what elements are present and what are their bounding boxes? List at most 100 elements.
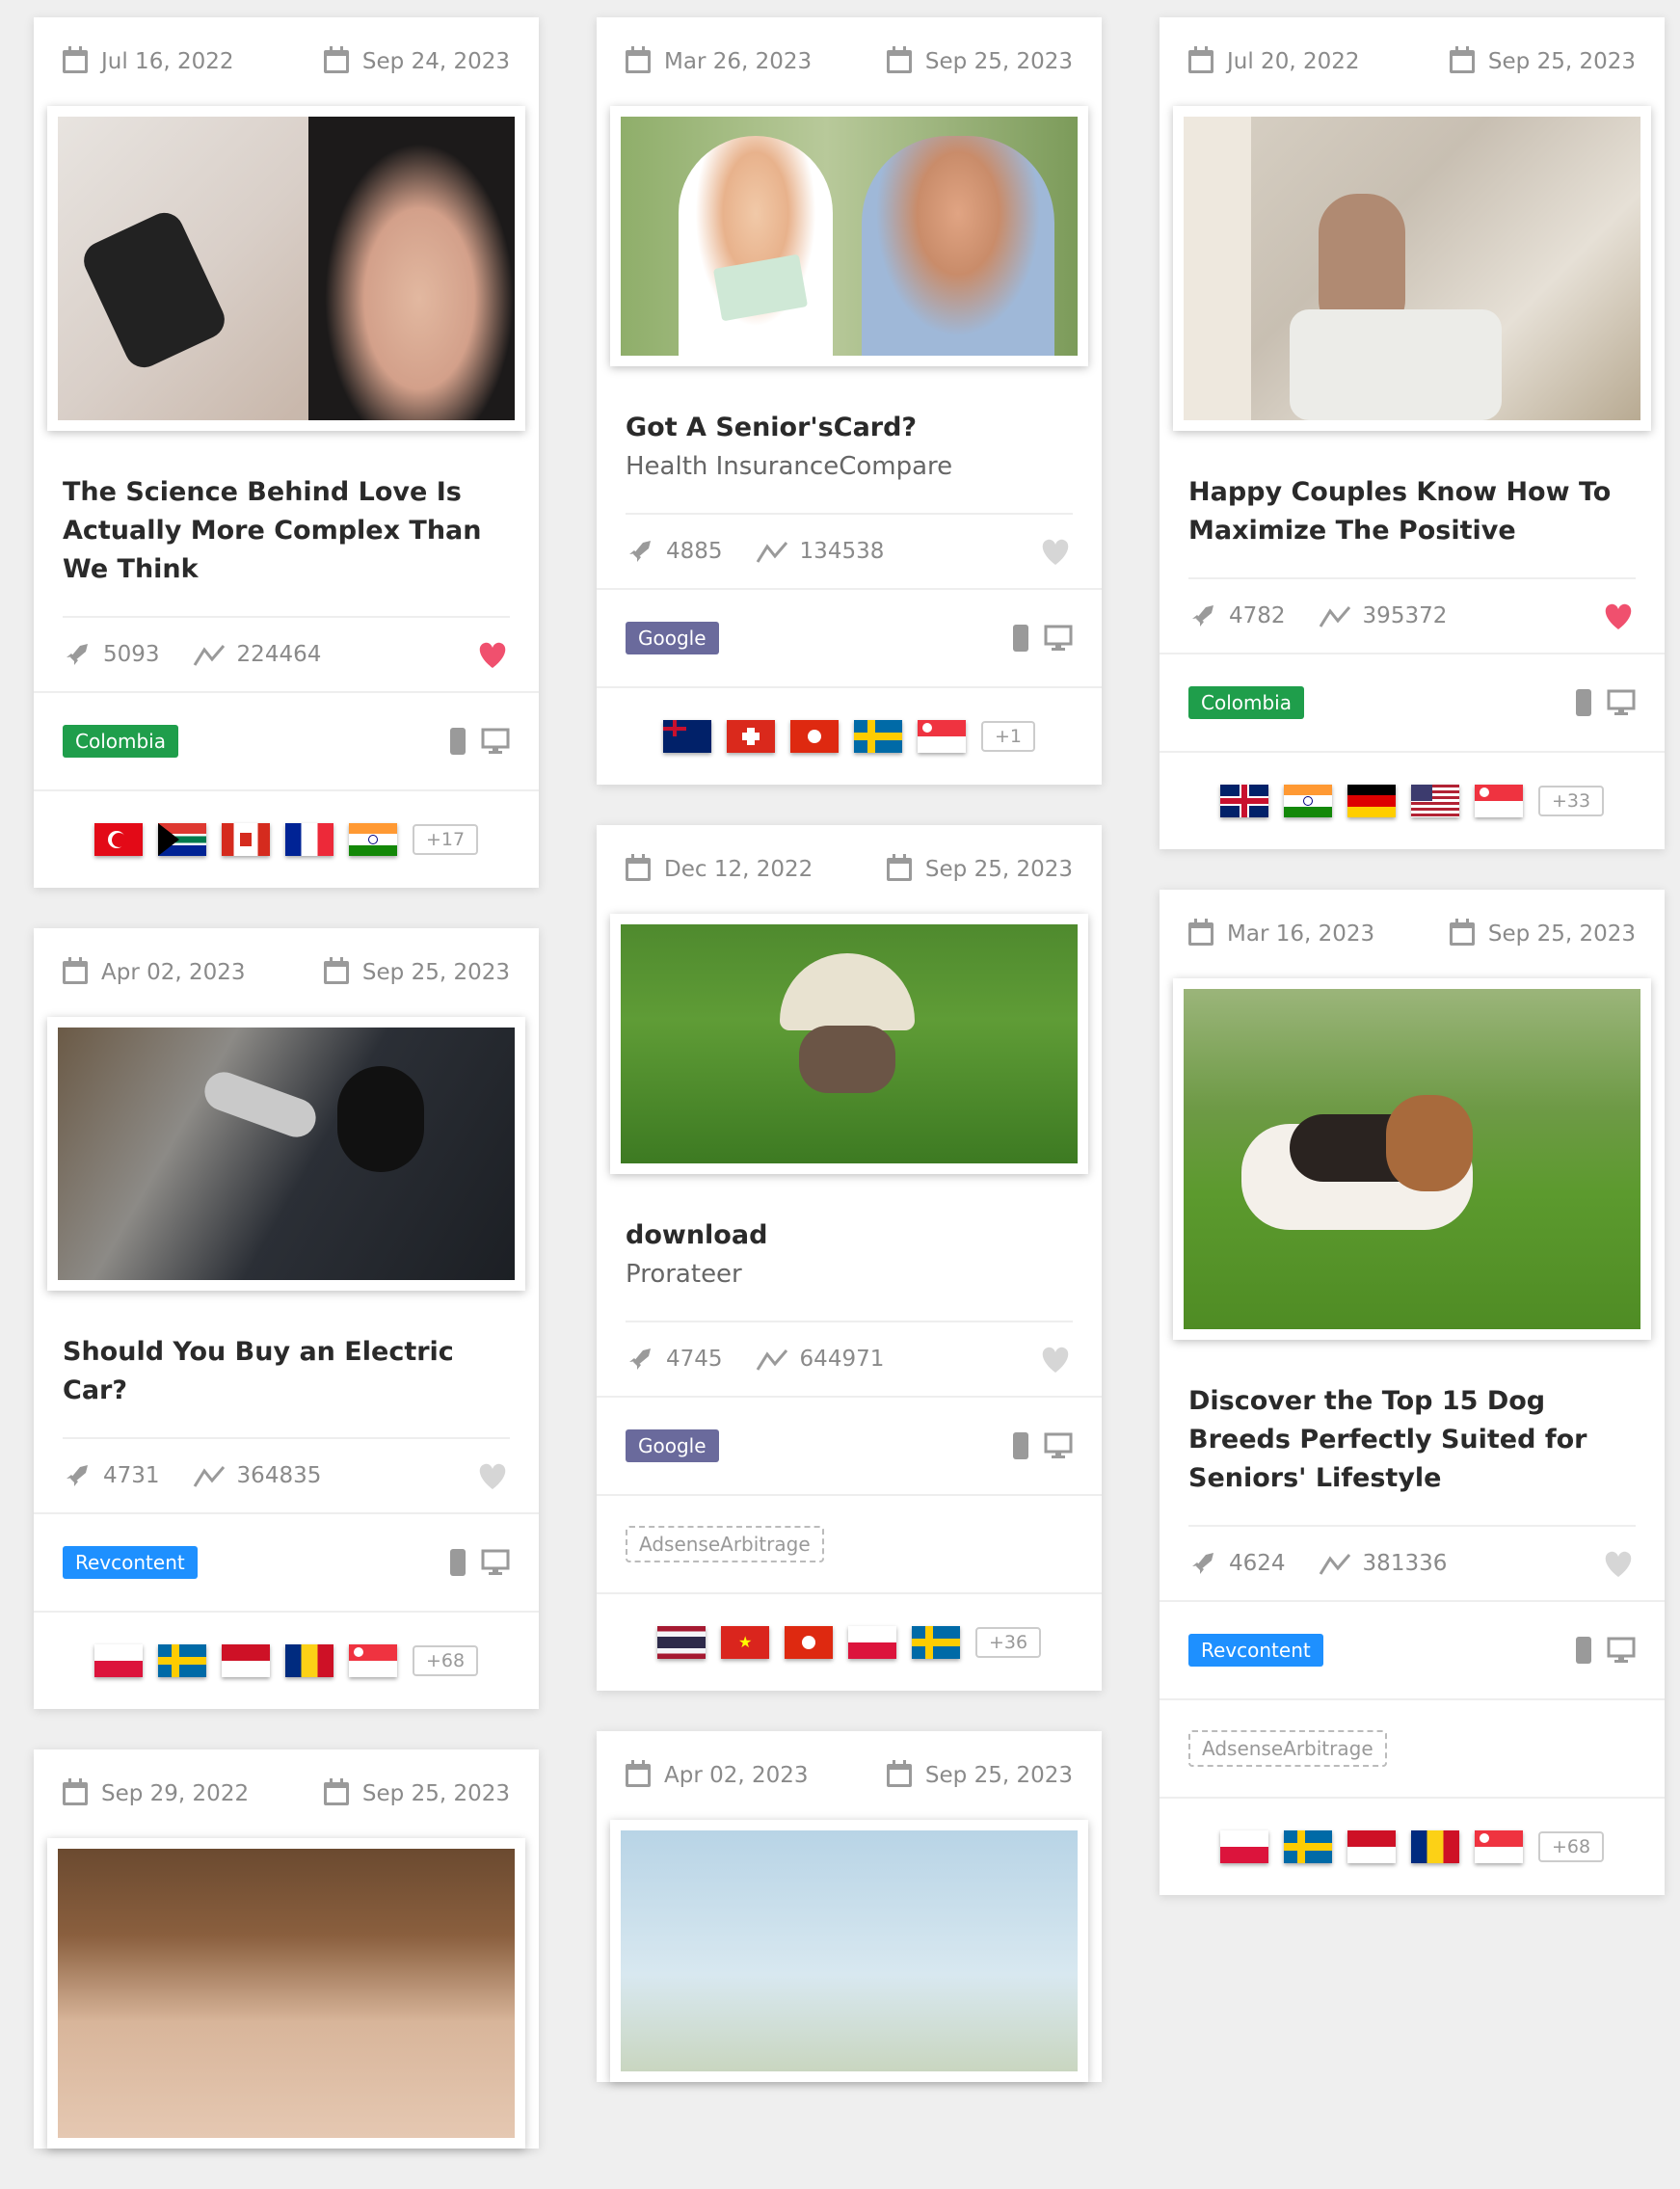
network-tag[interactable]: Google <box>626 622 719 654</box>
stats: 4745 644971 <box>597 1322 1102 1396</box>
network-row: Revcontent <box>34 1512 539 1611</box>
ad-type-row: AdsenseArbitrage <box>1160 1698 1665 1797</box>
ad-card[interactable]: Apr 02, 2023 Sep 25, 2023 Should You Buy… <box>34 928 539 1709</box>
desktop-icon <box>481 1549 510 1575</box>
more-countries[interactable]: +33 <box>1537 786 1605 816</box>
heart-icon[interactable] <box>475 639 510 670</box>
devices <box>450 728 510 755</box>
calendar-icon <box>63 46 88 73</box>
calendar-icon <box>886 854 912 881</box>
hong-kong-flag <box>784 1626 833 1659</box>
hong-kong-flag <box>789 720 839 753</box>
more-countries[interactable]: +68 <box>1537 1831 1605 1862</box>
ad-image[interactable] <box>58 1028 515 1280</box>
date-range: Mar 26, 2023 Sep 25, 2023 <box>597 17 1102 106</box>
ad-title[interactable]: download <box>597 1174 1102 1255</box>
heart-icon[interactable] <box>1038 536 1073 567</box>
sweden-flag <box>911 1626 960 1659</box>
network-tag[interactable]: Revcontent <box>63 1546 198 1579</box>
south-africa-flag <box>157 823 206 856</box>
ad-image[interactable] <box>1184 117 1640 420</box>
trend-count: 644971 <box>799 1347 885 1372</box>
more-countries[interactable]: +17 <box>412 824 479 855</box>
ad-image[interactable] <box>1184 989 1640 1329</box>
mobile-icon <box>1013 1432 1028 1459</box>
rocket-icon <box>629 541 651 562</box>
calendar-icon <box>626 1760 651 1787</box>
country-flags: +17 <box>34 789 539 888</box>
heart-icon[interactable] <box>1601 601 1636 631</box>
ad-card[interactable]: Jul 20, 2022 Sep 25, 2023 Happy Couples … <box>1160 17 1665 849</box>
ad-title[interactable]: Got A Senior'sCard? <box>597 366 1102 447</box>
rocket-count: 5093 <box>103 642 160 667</box>
ad-image[interactable] <box>621 117 1078 356</box>
singapore-flag <box>1474 1830 1523 1863</box>
ad-title[interactable]: Discover the Top 15 Dog Breeds Perfectly… <box>1160 1340 1665 1498</box>
rocket-count: 4745 <box>666 1347 723 1372</box>
ad-image[interactable] <box>58 1849 515 2138</box>
calendar-icon <box>626 854 651 881</box>
network-row: Revcontent <box>1160 1600 1665 1698</box>
romania-flag <box>1410 1830 1459 1863</box>
ad-card[interactable]: Mar 26, 2023 Sep 25, 2023 Got A Senior's… <box>597 17 1102 785</box>
desktop-icon <box>1607 689 1636 715</box>
ad-title[interactable]: Should You Buy an Electric Car? <box>34 1291 539 1410</box>
heart-icon[interactable] <box>1038 1344 1073 1375</box>
date-range: Dec 12, 2022 Sep 25, 2023 <box>597 825 1102 914</box>
calendar-icon <box>323 957 349 984</box>
ad-image[interactable] <box>58 117 515 420</box>
ad-card[interactable]: Apr 02, 2023 Sep 25, 2023 <box>597 1731 1102 2082</box>
singapore-flag <box>917 720 966 753</box>
trend-count: 134538 <box>799 539 885 564</box>
trend-icon <box>756 1349 787 1371</box>
country-flags: +1 <box>597 686 1102 785</box>
ad-type-row: AdsenseArbitrage <box>597 1494 1102 1592</box>
ad-type-tag[interactable]: AdsenseArbitrage <box>626 1526 824 1562</box>
date-range: Mar 16, 2023 Sep 25, 2023 <box>1160 890 1665 978</box>
uk-flag <box>1219 785 1268 817</box>
ad-image[interactable] <box>621 924 1078 1163</box>
rocket-icon <box>629 1348 651 1370</box>
network-tag[interactable]: Colombia <box>1188 686 1304 719</box>
calendar-icon <box>1188 46 1213 73</box>
start-date: Jul 16, 2022 <box>63 46 233 74</box>
more-countries[interactable]: +68 <box>412 1645 479 1676</box>
more-countries[interactable]: +36 <box>974 1627 1042 1658</box>
end-date: Sep 24, 2023 <box>323 46 510 74</box>
network-tag[interactable]: Colombia <box>63 725 178 758</box>
rocket-icon <box>1192 605 1213 627</box>
date-range: Apr 02, 2023 Sep 25, 2023 <box>597 1731 1102 1820</box>
heart-icon[interactable] <box>475 1460 510 1491</box>
ad-card[interactable]: Mar 16, 2023 Sep 25, 2023 Discover the T… <box>1160 890 1665 1895</box>
ad-image-frame <box>610 106 1088 366</box>
trend-icon <box>756 542 787 563</box>
ad-image[interactable] <box>621 1830 1078 2071</box>
network-tag[interactable]: Revcontent <box>1188 1634 1323 1667</box>
france-flag <box>284 823 333 856</box>
calendar-icon <box>1188 919 1213 946</box>
mobile-icon <box>1576 1637 1591 1664</box>
ad-card[interactable]: Jul 16, 2022 Sep 24, 2023 The Science Be… <box>34 17 539 888</box>
mobile-icon <box>1576 689 1591 716</box>
poland-flag <box>93 1644 143 1677</box>
ad-card[interactable]: Dec 12, 2022 Sep 25, 2023 download Prora… <box>597 825 1102 1691</box>
rocket-icon <box>67 644 88 665</box>
ad-title[interactable]: Happy Couples Know How To Maximize The P… <box>1160 431 1665 550</box>
trend-icon <box>193 645 225 666</box>
network-tag[interactable]: Google <box>626 1429 719 1462</box>
ad-subtitle: Health InsuranceCompare <box>626 452 953 481</box>
ad-card[interactable]: Sep 29, 2022 Sep 25, 2023 <box>34 1749 539 2149</box>
ad-title[interactable]: The Science Behind Love Is Actually More… <box>34 431 539 589</box>
heart-icon[interactable] <box>1601 1548 1636 1579</box>
date-range: Jul 16, 2022 Sep 24, 2023 <box>34 17 539 106</box>
calendar-icon <box>63 957 88 984</box>
trend-count: 224464 <box>236 642 322 667</box>
more-countries[interactable]: +1 <box>980 721 1035 752</box>
switzerland-flag <box>726 720 775 753</box>
turkey-flag <box>93 823 143 856</box>
ad-image-frame <box>610 1820 1088 2082</box>
column-3: Jul 20, 2022 Sep 25, 2023 Happy Couples … <box>1160 0 1665 1935</box>
ad-type-tag[interactable]: AdsenseArbitrage <box>1188 1730 1387 1767</box>
column-1: Jul 16, 2022 Sep 24, 2023 The Science Be… <box>34 0 539 2189</box>
calendar-icon <box>886 1760 912 1787</box>
